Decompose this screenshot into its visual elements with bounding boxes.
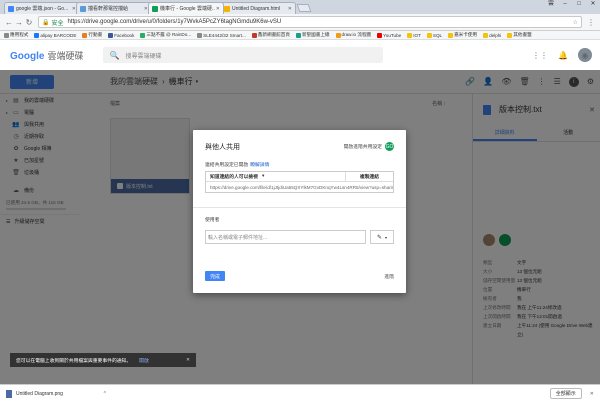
bookmark-icon (140, 32, 146, 38)
window-controls: 雲 – □ ✕ (544, 0, 600, 8)
folder-icon (407, 32, 413, 38)
copy-link-button[interactable]: 複製連結 (345, 172, 393, 181)
caret-up-icon[interactable]: ^ (104, 391, 106, 397)
close-window-icon[interactable]: ✕ (586, 0, 600, 8)
url-text: https://drive.google.com/drive/u/0/folde… (67, 19, 282, 25)
forward-icon[interactable]: → (14, 18, 24, 27)
share-url-field[interactable]: https://drive.google.com/file/d/1jJtjdiU… (206, 182, 393, 193)
apps-grid-icon[interactable]: ⋮⋮ (532, 51, 548, 60)
advanced-share-link[interactable]: 開啟進階共用設定 GO (344, 142, 394, 151)
drive-header: Google 雲端硬碟 🔍 搜尋雲端硬碟 ⋮⋮ 🔔 ◉ (0, 40, 600, 70)
folder-icon (426, 32, 432, 38)
url-input[interactable]: 🔒 安全 https://drive.google.com/drive/u/0/… (38, 16, 582, 28)
bookmark-icon (108, 32, 114, 38)
browser-tab-active[interactable]: 機車行 - Google 雲端硬... ✕ (148, 2, 224, 14)
bookmark-item[interactable]: YouTube (377, 32, 401, 38)
bookmark-item[interactable]: SLE4442/32 Smart... (197, 32, 246, 38)
link-sharing-label: 連結共用設定已開啟 瞭解詳情 (205, 163, 270, 168)
lock-icon: 🔒 (42, 19, 50, 26)
star-icon[interactable]: ☆ (573, 19, 578, 26)
users-label: 使用者 (205, 218, 220, 223)
folder-icon (507, 32, 513, 38)
bookmark-item[interactable]: 應用程式 (4, 32, 28, 38)
divider (193, 207, 406, 208)
link-box: 知道連結的人可以檢視 ▾ 複製連結 https://drive.google.co… (205, 171, 394, 193)
browser-tab[interactable]: 擋看軒那電控擋給 ✕ (76, 2, 152, 14)
bookmark-item[interactable]: Facebook (108, 32, 134, 38)
close-icon[interactable]: ✕ (216, 6, 220, 12)
reload-icon[interactable]: ↻ (24, 18, 34, 27)
permission-dropdown[interactable]: ✎ ▾ (370, 230, 394, 244)
bookmark-folder[interactable]: 嘉米卡使用 (448, 32, 477, 38)
address-bar-row: ← → ↻ 🔒 安全 https://drive.google.com/driv… (0, 14, 600, 31)
link-permission-select[interactable]: 知道連結的人可以檢視 ▾ (206, 172, 345, 181)
window-user[interactable]: 雲 (544, 0, 558, 8)
caret-down-icon: ▾ (261, 174, 265, 179)
bookmark-folder[interactable]: IOT (407, 32, 421, 38)
drive-logo[interactable]: Google 雲端硬碟 (10, 49, 83, 62)
bookmark-icon (295, 32, 301, 38)
bookmark-item[interactable]: 行動書 (82, 32, 102, 38)
users-input[interactable]: 輸入名稱或電子郵件地址... (205, 230, 366, 244)
learn-more-link[interactable]: 瞭解詳情 (250, 163, 269, 168)
secure-label: 安全 (51, 20, 64, 27)
tab-favicon (152, 5, 158, 12)
youtube-icon (377, 32, 383, 38)
bookmark-item[interactable]: alipay BARCODE (34, 32, 76, 38)
close-icon[interactable]: ✕ (590, 391, 594, 397)
bookmark-icon (82, 32, 88, 38)
close-icon[interactable]: ✕ (288, 6, 292, 12)
bookmark-folder[interactable]: SQL (426, 32, 442, 38)
bookmark-icon (34, 32, 40, 38)
link-share-icon: GO (385, 142, 394, 151)
download-item[interactable]: Untitled Diagram.png ^ (6, 389, 106, 398)
bookmark-folder[interactable]: 其他書籤 (507, 32, 532, 38)
bookmark-item[interactable]: 鑫新網書館首頁 (251, 32, 290, 38)
bookmark-icon (335, 32, 341, 38)
share-dialog: 與他人共用 開啟進階共用設定 GO 連結共用設定已開啟 瞭解詳情 知道連結的人可以… (193, 130, 406, 293)
tab-favicon (8, 5, 14, 12)
bookmark-icon (4, 32, 9, 38)
bookmark-item[interactable]: 三點不露 @ RainDo... (140, 32, 191, 38)
maximize-icon[interactable]: □ (572, 0, 586, 8)
notifications-icon[interactable]: 🔔 (558, 51, 568, 60)
bookmark-icon (197, 32, 203, 38)
minimize-icon[interactable]: – (558, 0, 572, 8)
browser-tab[interactable]: google 雲端.json - Go... ✕ (4, 2, 80, 14)
bookmark-item[interactable]: 新聖國書上總 (295, 32, 330, 38)
menu-icon[interactable]: ⋮ (586, 18, 596, 27)
pencil-icon: ✎ (376, 234, 382, 241)
search-input[interactable]: 🔍 搜尋雲端硬碟 (103, 47, 384, 63)
enable-notifications-button[interactable]: 開啟 (139, 357, 149, 364)
image-file-icon (6, 389, 12, 398)
search-icon: 🔍 (109, 50, 120, 60)
done-button[interactable]: 完成 (205, 271, 225, 281)
new-tab-button[interactable] (296, 4, 312, 12)
bookmark-item[interactable]: draw.io 流程圖 (335, 32, 371, 38)
browser-tab[interactable]: Untitled Diagram.html ✕ (220, 2, 296, 14)
bookmark-icon (251, 32, 257, 38)
browser-tab-bar: google 雲端.json - Go... ✕ 擋看軒那電控擋給 ✕ 機車行 - … (0, 0, 600, 14)
folder-icon (483, 32, 489, 38)
folder-icon (448, 32, 454, 38)
bookmark-folder[interactable]: delphi (483, 32, 501, 38)
advanced-link[interactable]: 進階 (384, 273, 394, 280)
caret-down-icon: ▾ (385, 234, 388, 240)
download-bar: Untitled Diagram.png ^ 全部顯示 ✕ (0, 384, 600, 402)
close-icon[interactable]: ✕ (186, 358, 190, 363)
avatar[interactable]: ◉ (578, 48, 592, 62)
dialog-title: 與他人共用 (205, 144, 240, 151)
tab-favicon (80, 5, 86, 12)
bookmarks-bar: 應用程式 alipay BARCODE 行動書 Facebook 三點不露 @ … (0, 31, 600, 40)
show-all-downloads-button[interactable]: 全部顯示 (549, 388, 582, 399)
tab-favicon (224, 5, 230, 12)
back-icon[interactable]: ← (4, 18, 14, 27)
notification-snackbar: 您可以在電腦上收到關於共用檔案與重要事件的通知。 開啟 ✕ (10, 353, 196, 367)
